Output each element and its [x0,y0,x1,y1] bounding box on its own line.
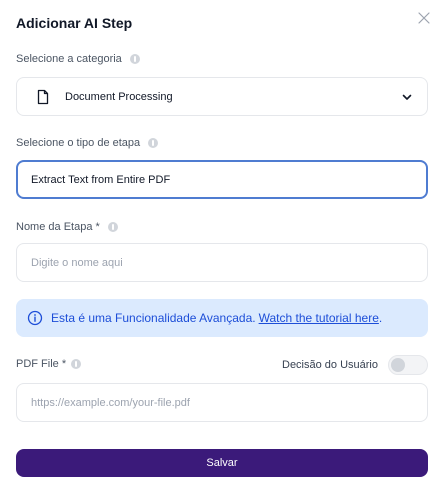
advanced-feature-banner: Esta é uma Funcionalidade Avançada. Watc… [16,299,428,337]
close-icon[interactable] [416,10,432,26]
user-decision-row: Decisão do Usuário [282,355,428,375]
tutorial-link[interactable]: Watch the tutorial here [259,311,379,325]
user-decision-toggle[interactable] [388,355,428,375]
step-type-label-row: Selecione o tipo de etapa [16,137,159,149]
step-name-label-row: Nome da Etapa * [16,221,118,233]
add-ai-step-dialog: Adicionar AI Step Selecione a categoria … [0,0,445,503]
toggle-knob [391,358,405,372]
chevron-down-icon [402,94,412,100]
category-value: Document Processing [65,90,173,103]
info-icon[interactable] [107,222,118,232]
info-circle-icon [27,310,43,326]
dialog-title: Adicionar AI Step [16,15,133,31]
banner-text: Esta é uma Funcionalidade Avançada. [51,311,256,325]
info-icon[interactable] [129,54,140,64]
banner-suffix: . [378,311,383,325]
save-button[interactable]: Salvar [16,449,428,477]
info-icon[interactable] [148,138,159,148]
category-select[interactable]: Document Processing [16,77,428,116]
step-type-select[interactable]: Extract Text from Entire PDF [16,160,428,199]
info-icon[interactable] [71,359,82,369]
step-name-field[interactable] [16,243,428,282]
step-type-value: Extract Text from Entire PDF [31,173,171,186]
pdf-file-label-row: PDF File * [16,358,82,370]
document-icon [37,89,49,104]
pdf-url-input[interactable] [31,396,413,409]
pdf-file-label: PDF File * [16,358,67,370]
user-decision-label: Decisão do Usuário [282,359,378,371]
step-name-input[interactable] [31,256,413,269]
category-label-row: Selecione a categoria [16,53,140,65]
pdf-file-field[interactable] [16,383,428,422]
category-label: Selecione a categoria [16,53,122,65]
step-type-label: Selecione o tipo de etapa [16,137,141,149]
step-name-label: Nome da Etapa * [16,221,100,233]
